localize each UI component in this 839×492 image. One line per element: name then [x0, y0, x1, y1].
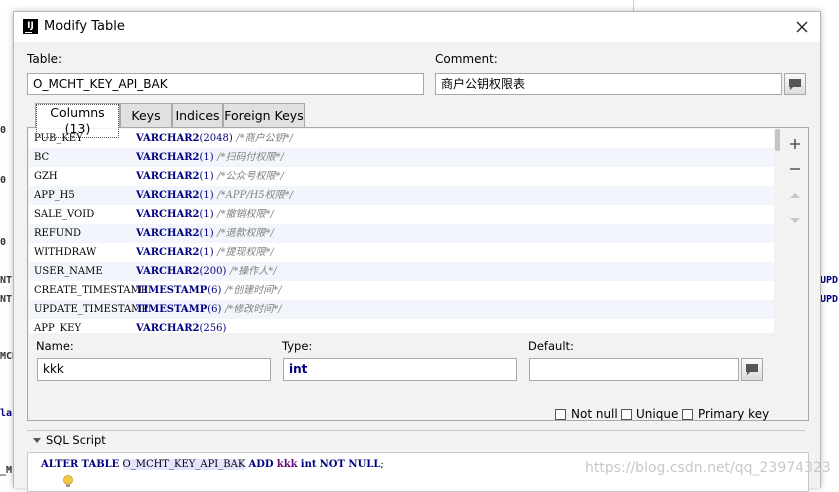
- tab-keys[interactable]: Keys: [120, 103, 172, 127]
- close-icon: [796, 21, 808, 33]
- column-comment: /*扫码付权限*/: [217, 152, 284, 163]
- column-name: CREATE_TIMESTAMP: [34, 285, 148, 296]
- column-name: BC: [34, 152, 50, 163]
- column-type: VARCHAR2(200) /*操作人*/: [136, 266, 277, 277]
- unique-label: Unique: [636, 407, 679, 421]
- columns-list: PUB_KEY VARCHAR2(2048) /*商户公钥*/ BC VARCHAR2…: [29, 129, 774, 333]
- table-row[interactable]: BC VARCHAR2(1) /*扫码付权限*/: [29, 148, 774, 167]
- table-row[interactable]: UPDATE_TIMESTAMP TIMESTAMP(6) /*修改时间*/: [29, 300, 774, 319]
- table-row[interactable]: GZH VARCHAR2(1) /*公众号权限*/: [29, 167, 774, 186]
- minus-icon: [790, 168, 800, 170]
- background-code-fragment: 0: [0, 175, 7, 186]
- column-type: VARCHAR2(2048) /*商户公钥*/: [136, 133, 293, 144]
- name-label: Name:: [36, 339, 74, 353]
- tab-columns[interactable]: Columns (13): [35, 103, 120, 138]
- triangle-down-icon: [790, 218, 800, 223]
- column-default-input[interactable]: [529, 358, 739, 381]
- columns-panel: PUB_KEY VARCHAR2(2048) /*商户公钥*/ BC VARCHAR2…: [27, 127, 809, 421]
- type-label: Type:: [282, 339, 313, 353]
- columns-scrollbar[interactable]: [774, 129, 781, 333]
- column-name: GZH: [34, 171, 58, 182]
- column-name: SALE_VOID: [34, 209, 95, 220]
- scrollbar-thumb[interactable]: [775, 129, 780, 151]
- table-row[interactable]: APP_H5 VARCHAR2(1) /*APP/H5权限*/: [29, 186, 774, 205]
- table-row[interactable]: PUB_KEY VARCHAR2(2048) /*商户公钥*/: [29, 129, 774, 148]
- watermark: https://blog.csdn.net/qq_23974323: [585, 460, 831, 476]
- column-type: VARCHAR2(1) /*扫码付权限*/: [136, 152, 284, 163]
- column-comment: /*商户公钥*/: [236, 133, 293, 144]
- default-expand-button[interactable]: [741, 358, 763, 381]
- column-type: TIMESTAMP(6) /*创建时间*/: [136, 285, 282, 296]
- add-column-button[interactable]: [785, 134, 805, 154]
- intellij-app-icon: IJ: [23, 19, 38, 34]
- background-code-fragment: 0: [0, 237, 7, 248]
- column-name: UPDATE_TIMESTAMP: [34, 304, 149, 315]
- table-row[interactable]: USER_NAME VARCHAR2(200) /*操作人*/: [29, 262, 774, 281]
- speech-bubble-icon: [746, 364, 758, 375]
- comment-label: Comment:: [435, 52, 498, 66]
- dialog-title: Modify Table: [44, 19, 125, 34]
- column-type: VARCHAR2(1) /*撤销权限*/: [136, 209, 274, 220]
- background-code-fragment: NT: [0, 275, 13, 286]
- triangle-up-icon: [790, 193, 800, 198]
- tab-foreign-keys[interactable]: Foreign Keys: [223, 103, 305, 127]
- background-code-fragment: _M: [0, 465, 13, 476]
- sql-statement: ALTER TABLE O_MCHT_KEY_API_BAK ADD kkk i…: [41, 459, 384, 470]
- column-name: WITHDRAW: [34, 247, 97, 258]
- chevron-down-icon: [33, 437, 41, 443]
- column-type: VARCHAR2(1) /*APP/H5权限*/: [136, 190, 294, 201]
- column-type: TIMESTAMP(6) /*修改时间*/: [136, 304, 282, 315]
- background-code-fragment: UPD: [820, 275, 839, 286]
- table-label: Table:: [27, 52, 63, 66]
- background-code-fragment: 0: [0, 125, 7, 136]
- background-code-fragment: UPD: [820, 294, 839, 305]
- sql-script-toggle[interactable]: SQL Script: [32, 433, 106, 447]
- move-down-button[interactable]: [785, 210, 805, 230]
- primary-key-checkbox[interactable]: [682, 409, 693, 420]
- table-row[interactable]: SALE_VOID VARCHAR2(1) /*撤销权限*/: [29, 205, 774, 224]
- table-row[interactable]: REFUND VARCHAR2(1) /*退款权限*/: [29, 224, 774, 243]
- column-comment: /*操作人*/: [229, 266, 277, 277]
- speech-bubble-icon: [789, 79, 801, 90]
- tab-indices[interactable]: Indices: [172, 103, 223, 127]
- column-comment: /*撤销权限*/: [217, 209, 274, 220]
- column-comment: /*提现权限*/: [217, 247, 274, 258]
- column-comment: /*公众号权限*/: [217, 171, 284, 182]
- column-type: VARCHAR2(256): [136, 323, 227, 333]
- table-row[interactable]: WITHDRAW VARCHAR2(1) /*提现权限*/: [29, 243, 774, 262]
- table-row[interactable]: APP_KEY VARCHAR2(256): [29, 319, 774, 333]
- comment-input[interactable]: 商户公钥权限表: [435, 73, 782, 95]
- column-type: VARCHAR2(1) /*公众号权限*/: [136, 171, 284, 182]
- primary-key-label: Primary key: [698, 407, 770, 421]
- unique-checkbox[interactable]: [621, 409, 632, 420]
- not-null-label: Not null: [571, 407, 618, 421]
- column-comment: /*APP/H5权限*/: [217, 190, 294, 201]
- column-name: USER_NAME: [34, 266, 103, 277]
- table-row[interactable]: CREATE_TIMESTAMP TIMESTAMP(6) /*创建时间*/: [29, 281, 774, 300]
- column-type: VARCHAR2(1) /*提现权限*/: [136, 247, 274, 258]
- move-up-button[interactable]: [785, 185, 805, 205]
- column-comment: /*退款权限*/: [217, 228, 274, 239]
- column-name: APP_KEY: [34, 323, 82, 333]
- remove-column-button[interactable]: [785, 159, 805, 179]
- section-divider: [27, 430, 805, 431]
- close-button[interactable]: [792, 17, 812, 37]
- column-comment: /*修改时间*/: [224, 304, 282, 315]
- column-comment: /*创建时间*/: [224, 285, 282, 296]
- modify-table-dialog: IJ Modify Table Table: O_MCHT_KEY_API_BA…: [13, 11, 821, 492]
- default-label: Default:: [528, 339, 574, 353]
- column-type-input[interactable]: int: [283, 358, 517, 381]
- column-name: REFUND: [34, 228, 81, 239]
- column-name-input[interactable]: kkk: [37, 358, 271, 381]
- background-code-fragment: NT: [0, 294, 13, 305]
- comment-expand-button[interactable]: [784, 73, 806, 95]
- background-code-fragment: la: [0, 408, 13, 419]
- not-null-checkbox[interactable]: [555, 409, 566, 420]
- title-bar: IJ Modify Table: [14, 12, 820, 42]
- plus-icon: [790, 139, 800, 149]
- column-name: APP_H5: [34, 190, 75, 201]
- table-name-input[interactable]: O_MCHT_KEY_API_BAK: [27, 73, 424, 95]
- column-type: VARCHAR2(1) /*退款权限*/: [136, 228, 274, 239]
